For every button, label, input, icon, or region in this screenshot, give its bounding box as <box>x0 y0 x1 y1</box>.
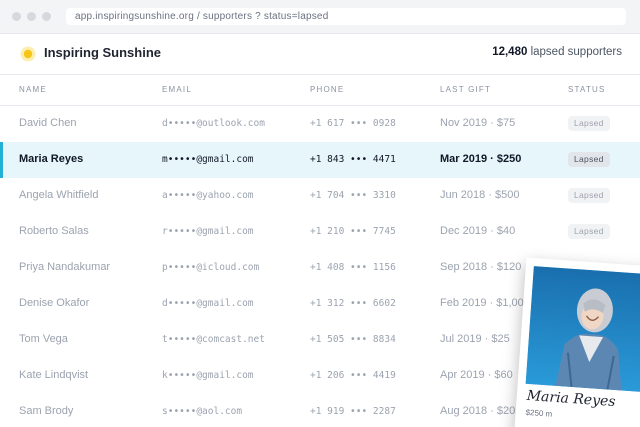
supporter-name: Tom Vega <box>19 333 68 345</box>
supporter-photo <box>525 266 640 393</box>
last-gift: Mar 2019 · $250 <box>440 153 522 165</box>
photo-caption: $250 m <box>525 407 553 419</box>
column-header-status[interactable]: STATUS <box>568 85 606 94</box>
app-window: app.inspiringsunshine.org / supporters ?… <box>0 0 640 427</box>
portrait-image <box>525 266 640 393</box>
last-gift: Sep 2018 · $120 <box>440 261 522 273</box>
supporter-email: p•••••@icloud.com <box>162 262 260 273</box>
supporter-email: d•••••@gmail.com <box>162 298 254 309</box>
status-badge: Lapsed <box>568 188 610 203</box>
supporter-phone: +1 919 ••• 2287 <box>310 406 396 417</box>
supporter-phone: +1 617 ••• 0928 <box>310 118 396 129</box>
window-close-dot[interactable] <box>12 12 21 21</box>
table-row[interactable]: David Chen d•••••@outlook.com +1 617 •••… <box>0 106 640 143</box>
last-gift: Dec 2019 · $40 <box>440 225 516 237</box>
supporter-name: Denise Okafor <box>19 297 90 309</box>
table-row[interactable]: Angela Whitfield a•••••@yahoo.com +1 704… <box>0 178 640 215</box>
column-header-email[interactable]: EMAIL <box>162 85 192 94</box>
table-header: NAME EMAIL PHONE LAST GIFT STATUS <box>0 75 640 106</box>
window-minimize-dot[interactable] <box>27 12 36 21</box>
status-badge: Lapsed <box>568 224 610 239</box>
supporter-name: Kate Lindqvist <box>19 369 89 381</box>
table-row-selected[interactable]: Maria Reyes m•••••@gmail.com +1 843 ••• … <box>0 142 640 179</box>
last-gift: Aug 2018 · $20 <box>440 405 516 417</box>
last-gift: Jul 2019 · $25 <box>440 333 510 345</box>
supporter-phone: +1 843 ••• 4471 <box>310 154 396 165</box>
app-header: Inspiring Sunshine 12,480 lapsed support… <box>0 34 640 75</box>
count-label: lapsed supporters <box>530 46 622 58</box>
sun-icon <box>20 46 36 62</box>
window-zoom-dot[interactable] <box>42 12 51 21</box>
last-gift: Jun 2018 · $500 <box>440 189 520 201</box>
last-gift: Apr 2019 · $60 <box>440 369 513 381</box>
address-bar[interactable]: app.inspiringsunshine.org / supporters ?… <box>66 8 626 25</box>
supporter-name: Priya Nandakumar <box>19 261 111 273</box>
app-name: Inspiring Sunshine <box>44 45 162 60</box>
supporter-email: t•••••@comcast.net <box>162 334 265 345</box>
supporter-phone: +1 505 ••• 8834 <box>310 334 396 345</box>
supporter-phone: +1 312 ••• 6602 <box>310 298 396 309</box>
last-gift: Feb 2019 · $1,000 <box>440 297 530 309</box>
supporter-phone: +1 206 ••• 4419 <box>310 370 396 381</box>
column-header-last-gift[interactable]: LAST GIFT <box>440 85 491 94</box>
table-row[interactable]: Roberto Salas r•••••@gmail.com +1 210 ••… <box>0 214 640 251</box>
status-badge: Lapsed <box>568 152 610 167</box>
column-header-phone[interactable]: PHONE <box>310 85 344 94</box>
supporter-email: k•••••@gmail.com <box>162 370 254 381</box>
supporter-name: David Chen <box>19 117 77 129</box>
browser-titlebar: app.inspiringsunshine.org / supporters ?… <box>0 0 640 34</box>
supporter-name: Maria Reyes <box>19 153 84 165</box>
supporter-email: m•••••@gmail.com <box>162 154 254 165</box>
status-badge: Lapsed <box>568 116 610 131</box>
supporter-count: 12,480 lapsed supporters <box>492 46 622 58</box>
count-value: 12,480 <box>492 46 528 58</box>
column-header-name[interactable]: NAME <box>19 85 47 94</box>
supporter-name: Angela Whitfield <box>19 189 99 201</box>
supporter-email: a•••••@yahoo.com <box>162 190 254 201</box>
supporter-phone: +1 408 ••• 1156 <box>310 262 396 273</box>
supporter-name: Sam Brody <box>19 405 74 417</box>
supporter-name: Roberto Salas <box>19 225 89 237</box>
supporter-phone: +1 704 ••• 3310 <box>310 190 396 201</box>
supporter-email: d•••••@outlook.com <box>162 118 265 129</box>
last-gift: Nov 2019 · $75 <box>440 117 516 129</box>
supporter-email: r•••••@gmail.com <box>162 226 254 237</box>
supporter-phone: +1 210 ••• 7745 <box>310 226 396 237</box>
supporter-email: s•••••@aol.com <box>162 406 243 417</box>
supporter-photo-card: Maria Reyes $250 m <box>513 257 640 427</box>
photo-signature: Maria Reyes <box>526 387 616 411</box>
